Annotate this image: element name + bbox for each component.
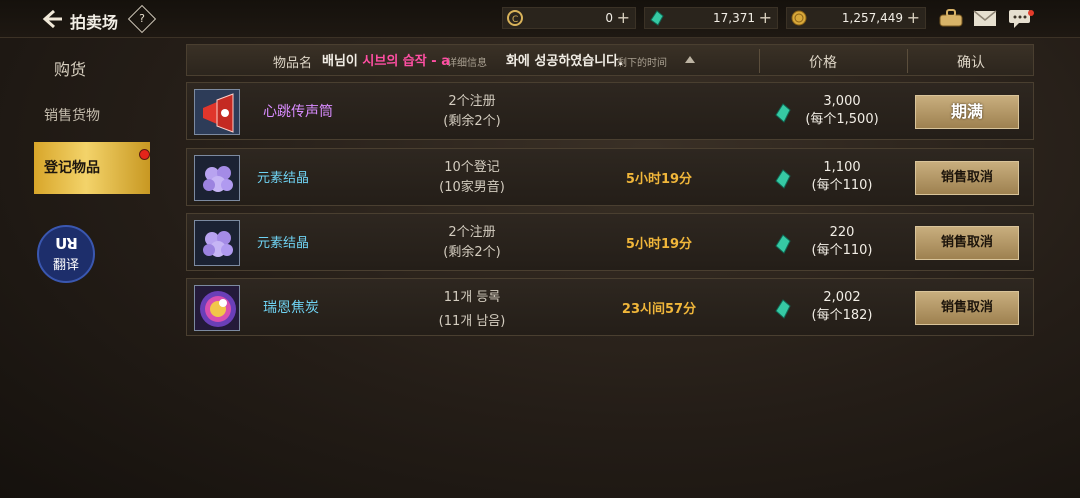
gold-value: 1,257,449 xyxy=(841,11,903,25)
item-name: 元素结晶 xyxy=(257,236,310,251)
cancel-sale-button[interactable]: 销售取消 xyxy=(915,161,1019,195)
currency-gem: 17,371 + xyxy=(644,7,778,29)
sidebar-item-buy[interactable]: 购货 xyxy=(34,48,150,92)
coin-c-value: 0 xyxy=(605,11,613,25)
sidebar: 购货 销售货物 登记物品 ꓴꓤ 翻译 xyxy=(0,38,170,498)
item-price: 2,002 (每个182) xyxy=(811,290,873,323)
gold-coin-c-icon: C xyxy=(507,10,523,26)
header-divider xyxy=(907,49,908,73)
remaining-time: 5小时19分 xyxy=(625,172,693,187)
help-icon: ? xyxy=(139,12,145,25)
item-thumbnail[interactable] xyxy=(194,89,240,135)
item-quantity: 2个注册 (剩余2个) xyxy=(443,225,501,260)
rainbow-orb-icon xyxy=(195,286,239,330)
item-quantity: 10个登记 (10家男音) xyxy=(439,160,505,195)
table-row: 元素结晶 10个登记 (10家男音) 5小时19分 1,100 (每个110) 销售… xyxy=(186,148,1034,206)
purple-crystal-icon xyxy=(195,156,239,200)
sidebar-item-registered[interactable]: 登记物品 xyxy=(34,142,150,194)
currency-coin-c: C 0 + xyxy=(502,7,636,29)
item-name: 心跳传声筒 xyxy=(263,104,333,120)
table-row: 元素结晶 2个注册 (剩余2个) 5小时19分 220 (每个110) 销售取消 xyxy=(186,213,1034,271)
svg-text:C: C xyxy=(512,15,518,25)
add-gold-button[interactable]: + xyxy=(907,8,920,27)
item-name: 元素结晶 xyxy=(257,171,310,186)
green-gem-icon xyxy=(650,10,664,26)
item-thumbnail[interactable] xyxy=(194,155,240,201)
header-remaining-time[interactable]: 剩下的时间 xyxy=(617,54,667,69)
remaining-time: 5小时19分 xyxy=(625,237,693,252)
header-item-name: 物品名 xyxy=(273,56,313,71)
add-gem-button[interactable]: + xyxy=(759,8,772,27)
toast-suffix: 화에 성공하였습니다. xyxy=(505,54,624,69)
sidebar-item-sell[interactable]: 销售货物 xyxy=(34,94,150,138)
translate-label: 翻译 xyxy=(52,258,79,273)
toast-item-highlight: 시브의 습작 - xyxy=(362,54,442,69)
item-price: 220 (每个110) xyxy=(811,225,873,258)
item-price: 1,100 (每个110) xyxy=(811,160,873,193)
back-arrow-icon[interactable] xyxy=(40,7,64,31)
translate-button[interactable]: ꓴꓤ 翻译 xyxy=(37,225,95,283)
remaining-time: 23시间57分 xyxy=(621,302,697,317)
header-confirm: 确认 xyxy=(957,55,985,71)
help-button[interactable]: ? xyxy=(127,4,157,34)
gem-value: 17,371 xyxy=(713,11,755,25)
cancel-sale-button[interactable]: 销售取消 xyxy=(915,291,1019,325)
table-row: 瑞恩焦炭 11개 등록 (11개 남음) 23시间57分 2,002 (每个182)… xyxy=(186,278,1034,336)
notification-dot xyxy=(139,149,150,160)
page-title: 拍卖场 xyxy=(70,13,119,32)
toast-cut-text: a xyxy=(441,54,450,69)
purple-crystal-icon xyxy=(195,221,239,265)
add-coin-c-button[interactable]: + xyxy=(617,8,630,27)
table-row: 心跳传声筒 2个注册 (剩余2个) 3,000 (每个1,500) 期满 xyxy=(186,82,1034,140)
top-bar: 拍卖场 ? C 0 + 17,371 + 1,257,449 + xyxy=(0,0,1080,38)
item-quantity: 11개 등록 (11개 남음) xyxy=(438,290,506,329)
system-message-toast: 배님이 시브의 습작 - a 화에 성공하였습니다. xyxy=(322,50,623,69)
gold-coin-icon xyxy=(791,10,807,26)
megaphone-icon xyxy=(195,90,239,134)
sort-up-icon[interactable] xyxy=(685,56,695,63)
item-thumbnail[interactable] xyxy=(194,285,240,331)
bag-icon[interactable] xyxy=(938,7,964,29)
currency-gold: 1,257,449 + xyxy=(786,7,926,29)
item-quantity: 2个注册 (剩余2个) xyxy=(443,94,501,129)
expire-button[interactable]: 期满 xyxy=(915,95,1019,129)
header-price: 价格 xyxy=(809,55,837,71)
translate-logo-icon: ꓴꓤ xyxy=(55,235,78,253)
mail-icon[interactable] xyxy=(972,7,998,29)
toast-prefix: 배님이 xyxy=(322,54,363,69)
cancel-sale-button[interactable]: 销售取消 xyxy=(915,226,1019,260)
item-name: 瑞恩焦炭 xyxy=(263,300,319,316)
chat-notification-dot xyxy=(1028,10,1034,16)
item-price: 3,000 (每个1,500) xyxy=(805,94,879,127)
header-divider xyxy=(759,49,760,73)
item-thumbnail[interactable] xyxy=(194,220,240,266)
